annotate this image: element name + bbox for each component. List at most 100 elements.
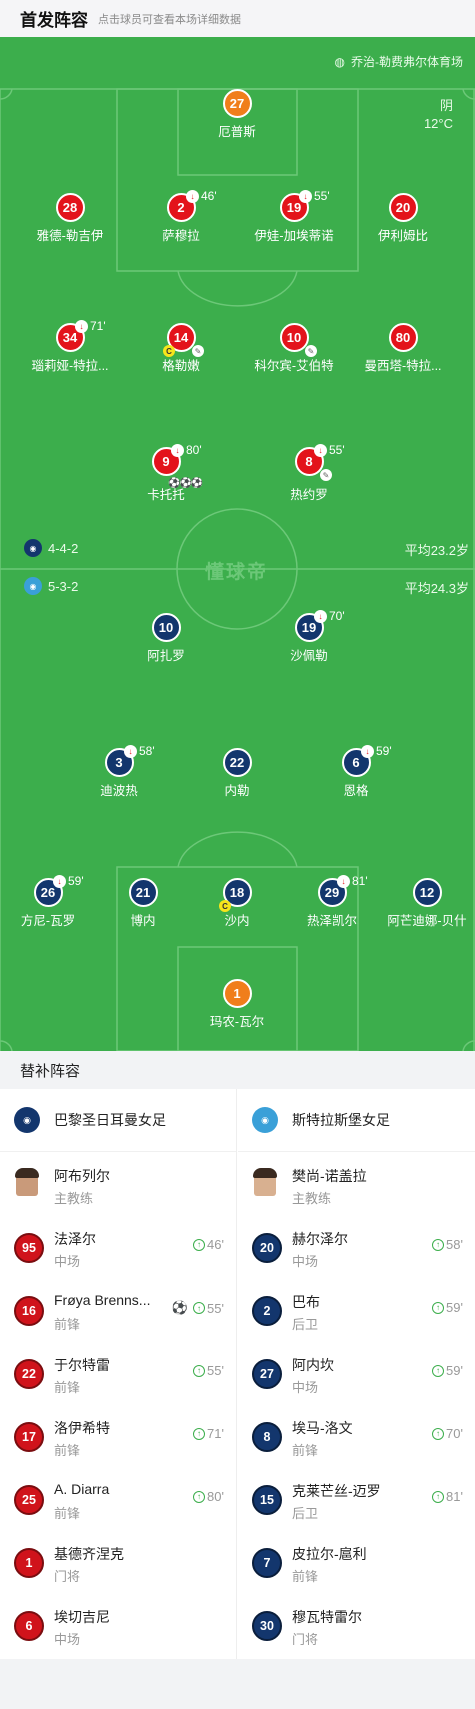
player-number: 2 — [252, 1296, 282, 1326]
sub-time: 59' — [68, 874, 84, 888]
player-name: 伊利姆比 — [377, 229, 428, 243]
home-sub-row[interactable]: 17 洛伊希特 前锋 ↑ 71' — [0, 1404, 236, 1467]
home-player-19[interactable]: 19 ↓ 55' 伊娃-加埃蒂诺 — [239, 189, 349, 244]
away-sub-row[interactable]: 30 穆瓦特雷尔 门将 — [238, 1593, 475, 1656]
psg-badge-icon: ◉ — [24, 539, 42, 557]
sub-on-icon: ↑ — [432, 1364, 445, 1377]
goal-icon: ⚽ — [171, 1300, 189, 1315]
home-sub-row[interactable]: 16 Frøya Brenns... 前锋 ⚽ ↑ 55' — [0, 1278, 236, 1341]
away-player-3[interactable]: 3 ↓ 58' 迪波热 — [64, 744, 174, 799]
away-sub-row[interactable]: 20 赫尔泽尔 中场 ↑ 58' — [238, 1215, 475, 1278]
away-player-12[interactable]: 12 阿芒迪娜-贝什 — [372, 878, 475, 929]
lineup-header: 首发阵容 点击球员可查看本场详细数据 — [0, 0, 475, 37]
assist-icon: ✎ — [320, 469, 332, 481]
home-player-20[interactable]: 20 伊利姆比 — [348, 193, 458, 244]
player-name: 伊娃-加埃蒂诺 — [254, 229, 334, 243]
home-player-14[interactable]: 14 C ✎ 格勒嫩 — [126, 323, 236, 374]
player-number: 28 — [55, 193, 85, 222]
sub-on-marker: ↑ 55' — [193, 1363, 224, 1378]
player-name: 厄普斯 — [218, 125, 256, 139]
sub-off-marker: ↓ 59' — [361, 744, 392, 758]
player-number: 27 — [222, 89, 252, 118]
captain-badge-icon: C — [163, 345, 175, 357]
player-number: 30 — [252, 1611, 282, 1641]
home-player-80[interactable]: 80 曼西塔-特拉... — [348, 323, 458, 374]
sub-off-marker: ↓ 58' — [124, 744, 155, 758]
sub-off-marker: ↓ 70' — [314, 609, 345, 623]
player-name: 克莱芒丝-迈罗 — [292, 1483, 381, 1499]
sub-time: 70' — [329, 609, 345, 623]
coach-role: 主教练 — [292, 1191, 332, 1206]
home-player-9[interactable]: 9 ↓ 80' ⚽⚽⚽ 卡托托 — [111, 443, 221, 503]
psg-badge-icon: ◉ — [14, 1107, 40, 1133]
player-number: 15 — [252, 1485, 282, 1515]
away-player-10[interactable]: 10 阿扎罗 — [111, 613, 221, 664]
sub-on-marker: ↑ 71' — [193, 1426, 224, 1441]
home-player-34[interactable]: 34 ↓ 71' 瑙莉娅-特拉... — [15, 319, 125, 374]
player-name: 沙内 — [224, 914, 250, 928]
away-player-18[interactable]: 18 C 沙内 — [182, 878, 292, 929]
home-sub-row[interactable]: 95 法泽尔 中场 ↑ 46' — [0, 1215, 236, 1278]
sub-on-icon: ↑ — [193, 1427, 206, 1440]
goals-icon: ⚽⚽⚽ — [168, 478, 203, 489]
player-name: 科尔宾-艾伯特 — [254, 359, 334, 373]
home-sub-row[interactable]: 1 基德齐涅克 门将 — [0, 1530, 236, 1593]
away-sub-row[interactable]: 7 皮拉尔-扈利 前锋 — [238, 1530, 475, 1593]
weather: 阴 12°C — [424, 97, 453, 133]
away-player-29[interactable]: 29 ↓ 81' 热泽凯尔 — [277, 874, 387, 929]
away-formation: ◉ 5-3-2 — [24, 577, 78, 595]
coach-avatar — [15, 1168, 39, 1196]
player-name: 阿内坎 — [292, 1357, 334, 1373]
away-sub-row[interactable]: 8 埃马-洛文 前锋 ↑ 70' — [238, 1404, 475, 1467]
player-name: 洛伊希特 — [54, 1420, 110, 1436]
home-coach-row[interactable]: 阿布列尔 主教练 — [0, 1152, 236, 1215]
home-player-28[interactable]: 28 雅德-勒吉伊 — [15, 193, 125, 244]
player-name: 恩格 — [343, 784, 369, 798]
player-name: 埃马-洛文 — [292, 1420, 353, 1436]
away-player-19[interactable]: 19 ↓ 70' 沙佩勒 — [254, 609, 364, 664]
away-player-6[interactable]: 6 ↓ 59' 恩格 — [301, 744, 411, 799]
player-number: 12 — [412, 878, 442, 907]
away-sub-row[interactable]: 2 巴布 后卫 ↑ 59' — [238, 1278, 475, 1341]
sub-on-icon: ↑ — [193, 1238, 206, 1251]
player-number: 20 — [252, 1233, 282, 1263]
away-player-1[interactable]: 1 玛农-瓦尔 — [182, 979, 292, 1030]
player-number: 20 — [388, 193, 418, 222]
sub-off-marker: ↓ 59' — [53, 874, 84, 888]
home-player-10[interactable]: 10 ✎ 科尔宾-艾伯特 — [239, 323, 349, 374]
player-number: 1 — [222, 979, 252, 1008]
sub-off-icon: ↓ — [314, 443, 327, 457]
sub-time: 55' — [207, 1363, 224, 1378]
strasbourg-badge-icon: ◉ — [24, 577, 42, 595]
away-sub-row[interactable]: 15 克莱芒丝-迈罗 后卫 ↑ 81' — [238, 1467, 475, 1530]
away-subs-list: 20 赫尔泽尔 中场 ↑ 58' 2 巴布 后卫 ↑ 59' 27 阿内坎 中场 ↑ 59' 8 埃马-洛文 前锋… — [238, 1215, 475, 1656]
player-number: 10 — [151, 613, 181, 642]
home-sub-row[interactable]: 22 于尔特雷 前锋 ↑ 55' — [0, 1341, 236, 1404]
sub-off-icon: ↓ — [314, 609, 327, 623]
player-number: 95 — [14, 1233, 44, 1263]
sub-time: 55' — [329, 443, 345, 457]
player-name: 阿扎罗 — [147, 649, 185, 663]
home-team-name: 巴黎圣日耳曼女足 — [54, 1112, 166, 1128]
away-sub-row[interactable]: 27 阿内坎 中场 ↑ 59' — [238, 1341, 475, 1404]
home-player-8[interactable]: 8 ↓ 55' ✎ 热约罗 — [254, 443, 364, 503]
home-sub-row[interactable]: 25 A. Diarra 前锋 ↑ 80' — [0, 1467, 236, 1530]
sub-off-icon: ↓ — [299, 189, 312, 203]
coach-name: 阿布列尔 — [54, 1168, 110, 1184]
player-position: 门将 — [54, 1569, 81, 1584]
player-position: 前锋 — [292, 1443, 319, 1458]
sub-time: 55' — [314, 189, 330, 203]
home-player-2[interactable]: 2 ↓ 46' 萨穆拉 — [126, 189, 236, 244]
sub-on-marker: ↑ 46' — [193, 1237, 224, 1252]
captain-badge-icon: C — [219, 900, 231, 912]
away-coach-row[interactable]: 樊尚-诺盖拉 主教练 — [238, 1152, 475, 1215]
player-name: 巴布 — [292, 1294, 320, 1310]
player-name: 萨穆拉 — [162, 229, 200, 243]
home-player-27[interactable]: 27 厄普斯 — [182, 89, 292, 140]
player-position: 前锋 — [54, 1443, 81, 1458]
sub-on-marker: ⚽ ↑ 55' — [172, 1300, 224, 1316]
sub-time: 81' — [446, 1489, 463, 1504]
sub-time: 71' — [207, 1426, 224, 1441]
home-sub-row[interactable]: 6 埃切吉尼 中场 — [0, 1593, 236, 1656]
away-player-22[interactable]: 22 内勒 — [182, 748, 292, 799]
